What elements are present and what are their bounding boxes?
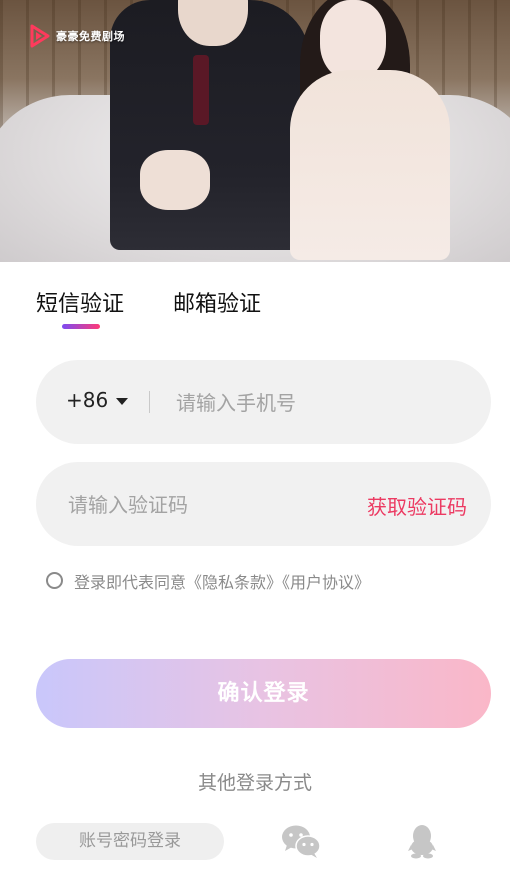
phone-input[interactable] (174, 382, 468, 424)
app-logo: 豪豪免费剧场 (30, 24, 125, 48)
phone-field: +86 (36, 360, 491, 444)
confirm-login-button[interactable]: 确认登录 (36, 659, 491, 728)
hero-hand (140, 150, 210, 210)
play-triangle-icon (30, 24, 50, 48)
tab-sms-verification[interactable]: 短信验证 (36, 286, 124, 318)
app-name: 豪豪免费剧场 (56, 30, 125, 43)
chevron-down-icon[interactable] (116, 398, 128, 405)
active-tab-indicator (62, 324, 100, 329)
qq-icon[interactable] (408, 823, 436, 859)
agreement-text[interactable]: 登录即代表同意《隐私条款》《用户协议》 (74, 569, 370, 593)
wechat-icon[interactable] (281, 823, 321, 859)
other-login-title: 其他登录方式 (197, 772, 312, 794)
agreement-radio[interactable] (46, 572, 63, 589)
hero-banner: 豪豪免费剧场 (0, 0, 510, 262)
hero-tie (193, 55, 209, 125)
account-password-login-button[interactable]: 账号密码登录 (36, 823, 224, 860)
verification-code-input[interactable] (66, 484, 360, 526)
field-divider (149, 391, 150, 413)
hero-person-right-face (320, 0, 386, 80)
hero-person-right (290, 70, 450, 260)
tab-email-verification[interactable]: 邮箱验证 (173, 286, 261, 318)
get-code-button[interactable]: 获取验证码 (367, 491, 467, 520)
verification-code-field: 获取验证码 (36, 462, 491, 546)
country-code-selector[interactable]: +86 (66, 388, 108, 412)
